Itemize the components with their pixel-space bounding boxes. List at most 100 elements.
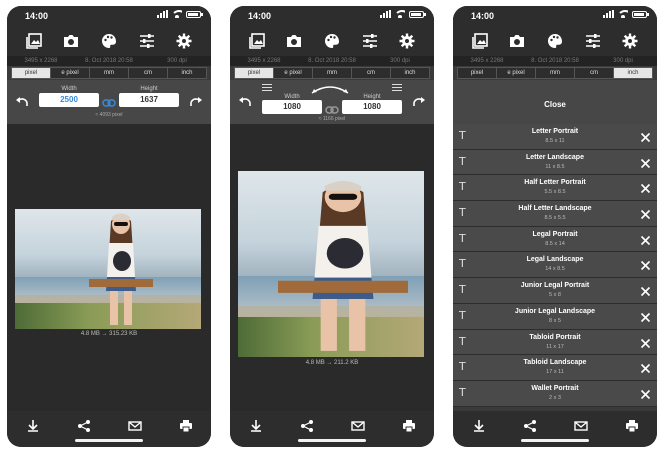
close-button[interactable]: Close [453, 80, 657, 124]
download-icon[interactable] [470, 418, 488, 434]
palette-icon[interactable] [321, 30, 343, 52]
screen-resize-square: 14:00 3495 x 2268 8. Oct 2018 20:58 300 … [230, 6, 434, 447]
camera-icon[interactable] [60, 30, 82, 52]
delete-icon[interactable] [640, 387, 651, 399]
delete-icon[interactable] [640, 284, 651, 297]
delete-icon[interactable] [640, 361, 651, 374]
height-preset-menu-icon[interactable] [392, 84, 402, 92]
paper-size-name: Tabloid Landscape [523, 359, 587, 367]
delete-icon[interactable] [640, 181, 651, 194]
unit-selector: pixel e pixel mm cm inch [457, 67, 653, 79]
mail-icon[interactable] [572, 418, 590, 434]
paper-size-dimensions: 11 x 17 [546, 343, 564, 350]
paper-size-row[interactable]: T Tabloid Portrait 11 x 17 [453, 329, 657, 356]
unit-pixel[interactable]: pixel [458, 68, 497, 78]
unit-pixel[interactable]: pixel [12, 68, 51, 78]
preview-photo[interactable] [15, 209, 201, 329]
mail-icon[interactable] [126, 418, 144, 434]
unit-mm[interactable]: mm [90, 68, 129, 78]
paper-size-row[interactable]: T Half Letter Landscape 8.5 x 5.5 [453, 201, 657, 227]
gallery-icon[interactable] [23, 30, 45, 52]
unit-cm[interactable]: cm [575, 68, 614, 78]
megapixel-info: ≈ 1166 pixel [318, 116, 346, 122]
paper-size-row[interactable]: T Letter Portrait 8.5 x 11 [453, 124, 657, 150]
sliders-icon[interactable] [582, 30, 604, 52]
delete-icon[interactable] [640, 336, 651, 348]
paper-size-name: Letter Portrait [531, 128, 579, 135]
text-type-icon: T [459, 360, 466, 374]
mail-icon[interactable] [349, 418, 367, 434]
text-type-icon: T [459, 180, 466, 194]
gear-icon[interactable] [619, 30, 641, 52]
home-indicator[interactable] [521, 439, 589, 442]
text-type-icon: T [459, 154, 466, 168]
width-input[interactable]: 2500 [39, 93, 99, 107]
share-icon[interactable] [521, 418, 539, 434]
paper-size-row[interactable]: T Legal Landscape 14 x 8.5 [453, 252, 657, 279]
palette-icon[interactable] [544, 30, 566, 52]
paper-size-row[interactable]: T Junior Legal Landscape 8 x 5 [453, 303, 657, 330]
gear-icon[interactable] [396, 30, 418, 52]
undo-icon[interactable] [238, 94, 252, 108]
print-icon[interactable] [400, 418, 418, 434]
home-indicator[interactable] [75, 439, 143, 442]
unit-cm[interactable]: cm [129, 68, 168, 78]
undo-icon[interactable] [15, 94, 29, 108]
redo-icon[interactable] [189, 94, 203, 108]
paper-size-row[interactable]: T Legal Portrait 8.5 x 14 [453, 226, 657, 253]
delete-icon[interactable] [640, 310, 651, 322]
swap-dimensions-icon[interactable] [308, 84, 352, 94]
unit-inch[interactable]: inch [168, 68, 206, 78]
unit-e-pixel[interactable]: e pixel [274, 68, 313, 78]
unit-mm[interactable]: mm [536, 68, 575, 78]
unit-mm[interactable]: mm [313, 68, 352, 78]
unit-inch[interactable]: inch [391, 68, 429, 78]
gallery-icon[interactable] [246, 30, 268, 52]
paper-size-row[interactable]: T Wallet Portrait 2 x 3 [453, 380, 657, 407]
status-time: 14:00 [25, 11, 49, 21]
link-icon[interactable] [325, 102, 339, 114]
paper-size-row[interactable]: T Letter Landscape 11 x 8.5 [453, 149, 657, 176]
unit-inch[interactable]: inch [614, 68, 652, 78]
sliders-icon[interactable] [359, 30, 381, 52]
download-icon[interactable] [247, 418, 265, 434]
height-input[interactable]: 1080 [342, 100, 402, 114]
width-preset-menu-icon[interactable] [262, 84, 272, 92]
delete-icon[interactable] [640, 130, 651, 143]
paper-size-dimensions: 14 x 8.5 [545, 266, 565, 273]
unit-e-pixel[interactable]: e pixel [497, 68, 536, 78]
link-icon[interactable] [102, 95, 116, 107]
height-input[interactable]: 1637 [119, 93, 179, 107]
preview-photo[interactable] [238, 171, 424, 357]
camera-icon[interactable] [506, 30, 528, 52]
camera-icon[interactable] [283, 30, 305, 52]
share-icon[interactable] [75, 418, 93, 434]
gallery-icon[interactable] [469, 30, 491, 52]
unit-e-pixel[interactable]: e pixel [51, 68, 90, 78]
paper-size-row[interactable]: T Junior Legal Portrait 5 x 8 [453, 278, 657, 304]
wifi-icon [618, 10, 628, 18]
person-illustration [278, 180, 408, 351]
delete-icon[interactable] [640, 233, 651, 245]
palette-icon[interactable] [98, 30, 120, 52]
paper-size-row[interactable]: T Half Letter Portrait 5.5 x 8.5 [453, 175, 657, 202]
redo-icon[interactable] [412, 94, 426, 108]
print-icon[interactable] [623, 418, 641, 434]
unit-pixel[interactable]: pixel [235, 68, 274, 78]
paper-size-dimensions: 8.5 x 14 [545, 240, 565, 247]
unit-selector: pixel e pixel mm cm inch [11, 67, 207, 79]
print-icon[interactable] [177, 418, 195, 434]
paper-size-dimensions: 5 x 8 [549, 292, 561, 299]
paper-size-row[interactable]: T Tabloid Landscape 17 x 11 [453, 355, 657, 381]
sliders-icon[interactable] [136, 30, 158, 52]
unit-cm[interactable]: cm [352, 68, 391, 78]
delete-icon[interactable] [640, 258, 651, 271]
home-indicator[interactable] [298, 439, 366, 442]
delete-icon[interactable] [640, 156, 651, 168]
image-canvas: 4.8 MB → 315.23 KB [7, 124, 211, 411]
download-icon[interactable] [24, 418, 42, 434]
width-input[interactable]: 1080 [262, 100, 322, 114]
share-icon[interactable] [298, 418, 316, 434]
gear-icon[interactable] [173, 30, 195, 52]
delete-icon[interactable] [640, 207, 651, 220]
